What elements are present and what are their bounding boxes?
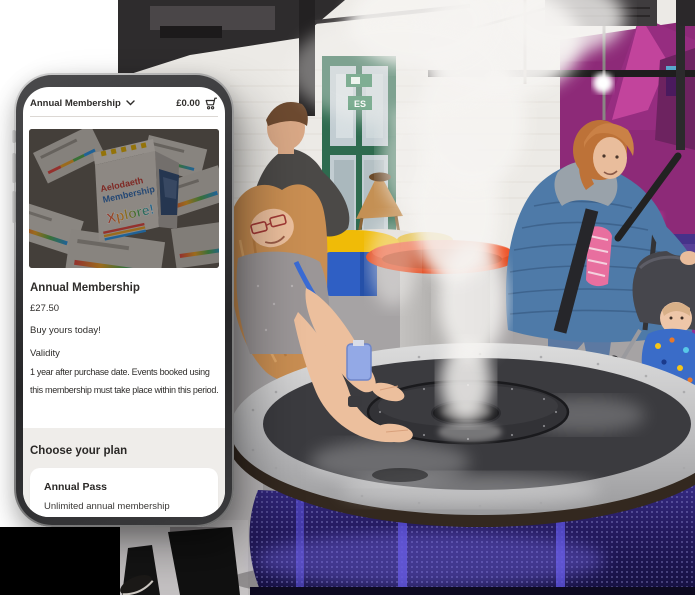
bottom-section <box>0 527 120 595</box>
app-header: Annual Membership £0.00 <box>30 93 218 113</box>
phone-mockup: Annual Membership £0.00 <box>14 73 234 527</box>
plan-selector-label: Annual Membership <box>30 98 121 109</box>
phone-body: Annual Membership £0.00 <box>16 75 232 525</box>
phone-mute-button <box>12 130 16 143</box>
phone-volume-down-button <box>12 191 16 223</box>
phone-volume-up-button <box>12 153 16 183</box>
phone-screen: Annual Membership £0.00 <box>23 87 225 517</box>
header-divider <box>30 116 218 117</box>
product-price: £27.50 <box>30 303 59 314</box>
plan-section-title: Choose your plan <box>30 445 127 457</box>
cart-button[interactable]: £0.00 <box>176 97 218 110</box>
watch <box>348 396 362 407</box>
page: ES <box>0 0 695 595</box>
product-image: Aelodaeth Membership Xplore! <box>29 129 219 268</box>
plan-card-title: Annual Pass <box>44 481 204 493</box>
cart-total: £0.00 <box>176 98 200 109</box>
validity-text: 1 year after purchase date. Events booke… <box>30 363 222 399</box>
lanyard-badge <box>347 344 371 380</box>
plan-selector-dropdown[interactable]: Annual Membership <box>30 98 135 109</box>
plan-card-annual-pass[interactable]: Annual Pass Unlimited annual membership <box>30 468 218 517</box>
product-tagline: Buy yours today! <box>30 325 101 336</box>
validity-label: Validity <box>30 348 60 359</box>
product-title: Annual Membership <box>30 282 140 294</box>
chevron-down-icon <box>126 100 135 106</box>
cart-icon <box>204 97 218 110</box>
plan-section: Choose your plan Annual Pass Unlimited a… <box>23 428 225 517</box>
plan-card-subtitle: Unlimited annual membership <box>44 501 204 512</box>
